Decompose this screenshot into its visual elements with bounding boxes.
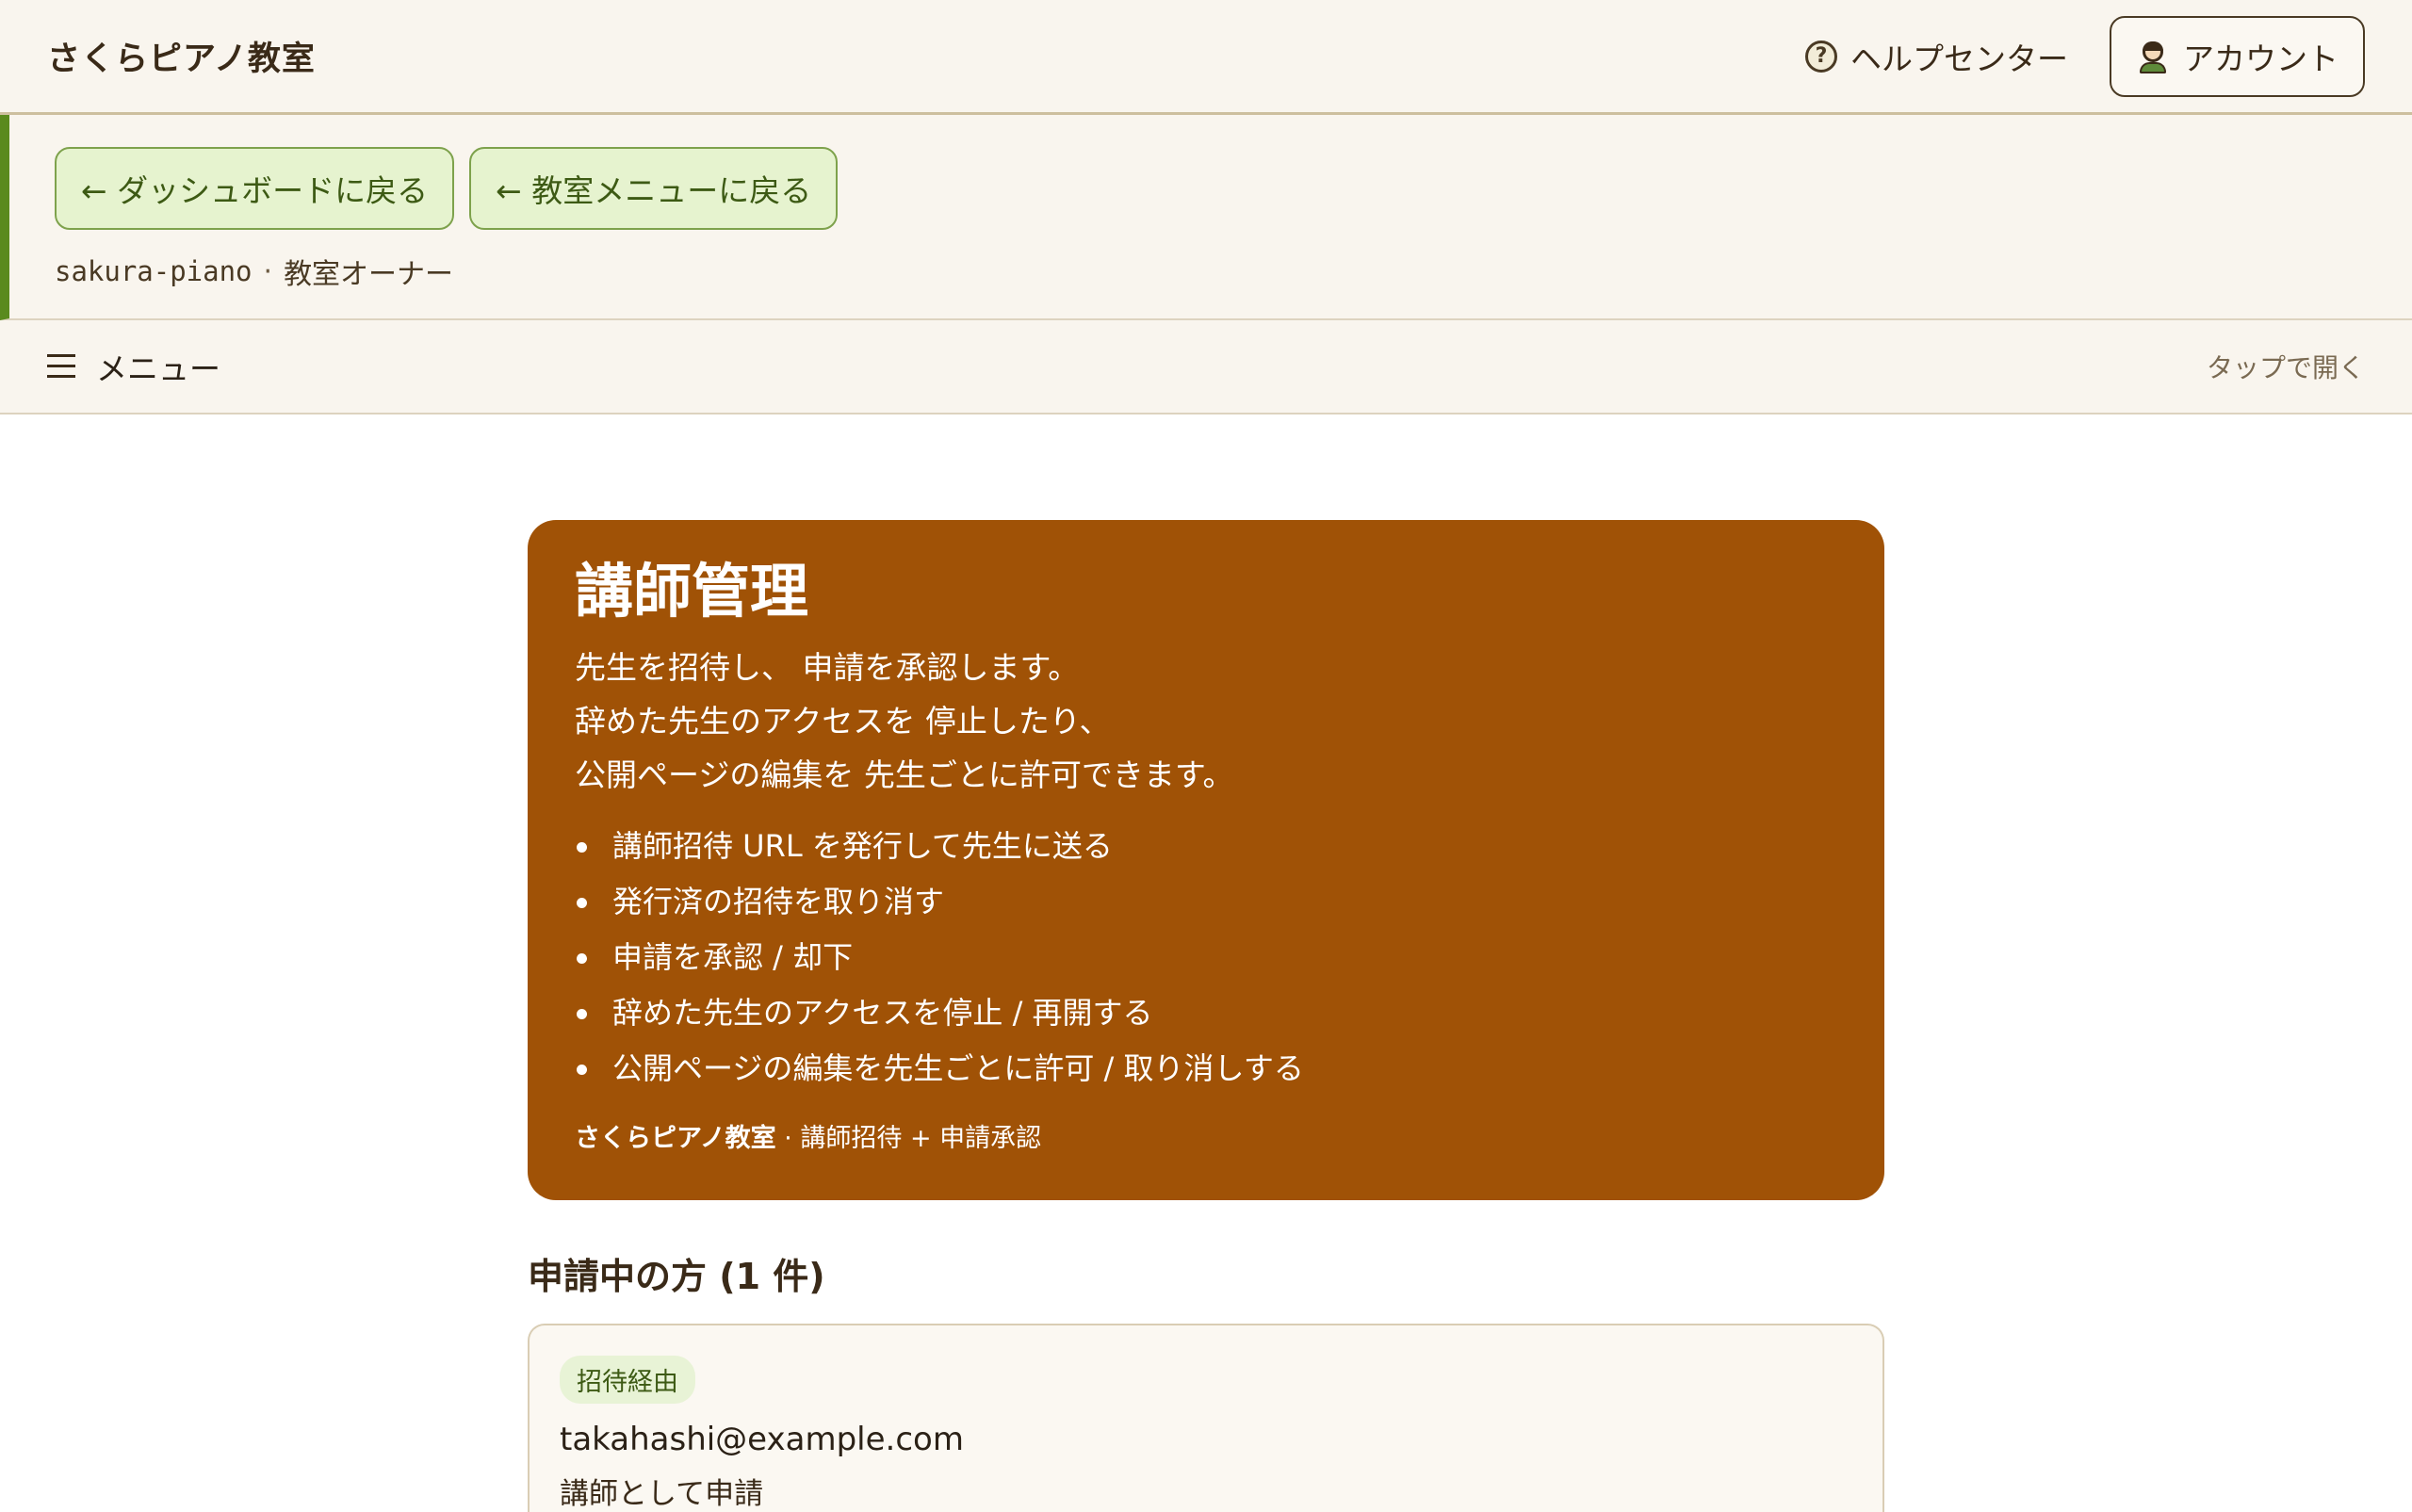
hamburger-menu-icon bbox=[47, 354, 75, 379]
hero-desc-line: 公開ページの編集を 先生ごとに許可できます。 bbox=[575, 756, 1234, 794]
user-role: 教室オーナー bbox=[284, 258, 454, 291]
back-to-dashboard-button[interactable]: ← ダッシュボードに戻る bbox=[55, 147, 455, 230]
school-context: sakura-piano · 教室オーナー bbox=[55, 251, 2367, 292]
invite-source-badge: 招待経由 bbox=[560, 1356, 695, 1404]
feature-item: 発行済の招待を取り消す bbox=[577, 874, 1837, 930]
back-button-row: ← ダッシュボードに戻る ← 教室メニューに戻る bbox=[55, 147, 2367, 230]
applicant-role: 講師として申請 bbox=[560, 1477, 764, 1511]
feature-item: 辞めた先生のアクセスを停止 / 再開する bbox=[577, 985, 1837, 1041]
menu-label: メニュー bbox=[96, 350, 220, 387]
help-center-link[interactable]: ? ヘルプセンター bbox=[1805, 34, 2068, 79]
hero-desc-line: 先生を招待し、 申請を承認します。 bbox=[575, 649, 1080, 687]
page-title: 講師管理 bbox=[575, 557, 809, 626]
main-content: 講師管理 先生を招待し、 申請を承認します。 辞めた先生のアクセスを 停止したり… bbox=[528, 520, 1884, 1512]
hero-footer-separator: · bbox=[784, 1124, 792, 1154]
application-card[interactable]: 招待経由 takahashi@example.com 講師として申請 bbox=[528, 1324, 1884, 1512]
back-to-school-menu-button[interactable]: ← 教室メニューに戻る bbox=[469, 147, 839, 230]
help-center-label: ヘルプセンター bbox=[1850, 40, 2068, 77]
account-button[interactable]: アカウント bbox=[2110, 15, 2365, 97]
hero-footer-text: 講師招待 + 申請承認 bbox=[800, 1124, 1042, 1154]
menu-tap-hint: タップで開く bbox=[2206, 352, 2365, 383]
feature-item: 申請を承認 / 却下 bbox=[577, 930, 1837, 985]
feature-list: 講師招待 URL を発行して先生に送る 発行済の招待を取り消す 申請を承認 / … bbox=[575, 819, 1837, 1097]
hero-desc-line: 辞めた先生のアクセスを 停止したり、 bbox=[575, 703, 1111, 740]
feature-item: 公開ページの編集を先生ごとに許可 / 取り消しする bbox=[577, 1041, 1837, 1097]
navigation-subheader: ← ダッシュボードに戻る ← 教室メニューに戻る sakura-piano · … bbox=[0, 115, 2412, 320]
top-header: さくらピアノ教室 ? ヘルプセンター アカウント bbox=[0, 0, 2412, 115]
menu-toggle-bar[interactable]: メニュー タップで開く bbox=[0, 320, 2412, 415]
user-avatar-icon bbox=[2136, 40, 2170, 73]
hero-footer-school: さくらピアノ教室 bbox=[575, 1124, 776, 1154]
teacher-management-hero: 講師管理 先生を招待し、 申請を承認します。 辞めた先生のアクセスを 停止したり… bbox=[528, 520, 1884, 1200]
hero-footer: さくらピアノ教室 · 講師招待 + 申請承認 bbox=[575, 1117, 1837, 1154]
brand-title[interactable]: さくらピアノ教室 bbox=[47, 32, 316, 80]
question-circle-icon: ? bbox=[1805, 40, 1837, 73]
hero-description: 先生を招待し、 申請を承認します。 辞めた先生のアクセスを 停止したり、 公開ペ… bbox=[575, 641, 1837, 802]
context-separator: · bbox=[263, 254, 273, 288]
school-slug: sakura-piano bbox=[55, 255, 253, 287]
applicant-email: takahashi@example.com bbox=[560, 1421, 964, 1458]
feature-item: 講師招待 URL を発行して先生に送る bbox=[577, 819, 1837, 874]
account-label: アカウント bbox=[2183, 40, 2339, 77]
pending-applications-title: 申請中の方 (1 件) bbox=[528, 1256, 825, 1297]
